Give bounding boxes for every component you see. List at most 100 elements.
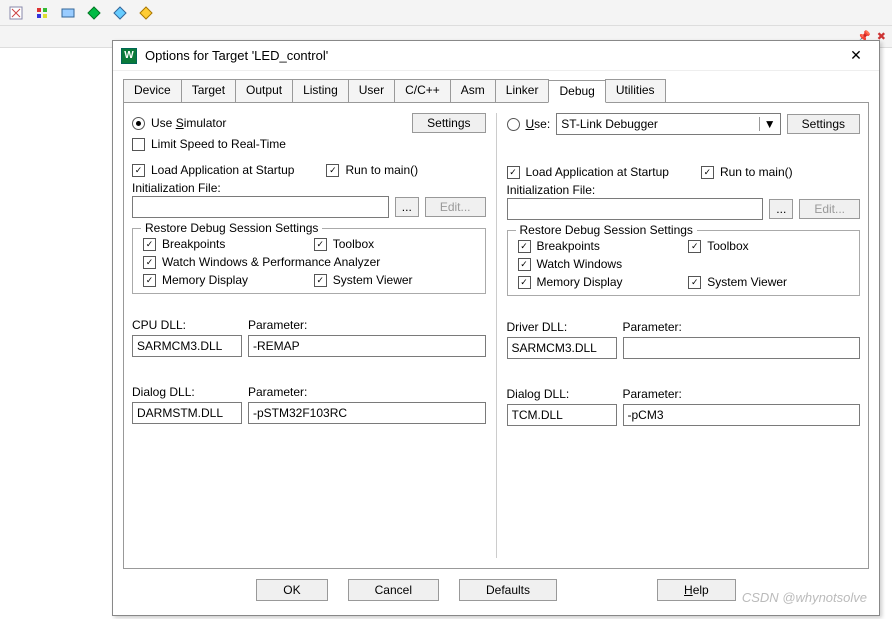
bp-right-label: Breakpoints [537, 239, 600, 253]
init-file-left-input[interactable] [132, 196, 389, 218]
restore-left-title: Restore Debug Session Settings [141, 221, 322, 235]
app-icon: W [121, 48, 137, 64]
load-app-left-label: Load Application at Startup [151, 163, 294, 177]
init-file-right-input[interactable] [507, 198, 764, 220]
cpu-param-input[interactable] [248, 335, 486, 357]
right-panel: Use: ST-Link Debugger ▼ Settings Load Ap… [507, 113, 861, 558]
watch-left-label: Watch Windows & Performance Analyzer [162, 255, 380, 269]
tool-icon-4[interactable] [86, 5, 102, 21]
tab-listing[interactable]: Listing [292, 79, 349, 102]
drv-param-label: Parameter: [623, 320, 861, 334]
ok-button[interactable]: OK [256, 579, 327, 601]
watch-right-label: Watch Windows [537, 257, 623, 271]
dbg-settings-button[interactable]: Settings [787, 114, 860, 134]
load-app-left-check[interactable] [132, 164, 145, 177]
restore-right-group: Restore Debug Session Settings Breakpoin… [507, 230, 861, 296]
run-main-left-check[interactable] [326, 164, 339, 177]
use-debugger-radio[interactable] [507, 118, 520, 131]
bp-left-check[interactable] [143, 238, 156, 251]
use-simulator-radio[interactable] [132, 117, 145, 130]
limit-speed-check[interactable] [132, 138, 145, 151]
cpu-dll-label: CPU DLL: [132, 318, 242, 332]
titlebar: W Options for Target 'LED_control' ✕ [113, 41, 879, 71]
sim-settings-button[interactable]: Settings [412, 113, 485, 133]
restore-left-group: Restore Debug Session Settings Breakpoin… [132, 228, 486, 294]
dlg-param-left-input[interactable] [248, 402, 486, 424]
sv-right-label: System Viewer [707, 275, 787, 289]
tab-strip: Device Target Output Listing User C/C++ … [113, 71, 879, 102]
tab-debug[interactable]: Debug [548, 80, 605, 103]
dlg-dll-right-input[interactable] [507, 404, 617, 426]
drv-param-input[interactable] [623, 337, 861, 359]
debugger-select[interactable]: ST-Link Debugger ▼ [556, 113, 780, 135]
bp-right-check[interactable] [518, 240, 531, 253]
window-title: Options for Target 'LED_control' [145, 48, 841, 63]
drv-dll-input[interactable] [507, 337, 617, 359]
run-main-right-check[interactable] [701, 166, 714, 179]
dlg-param-right-input[interactable] [623, 404, 861, 426]
mem-left-check[interactable] [143, 274, 156, 287]
tab-cpp[interactable]: C/C++ [394, 79, 451, 102]
toolbox-left-label: Toolbox [333, 237, 374, 251]
tool-icon-2[interactable] [34, 5, 50, 21]
run-main-left-label: Run to main() [345, 163, 418, 177]
tool-icon-3[interactable] [60, 5, 76, 21]
toolbox-left-check[interactable] [314, 238, 327, 251]
dlg-param-right-label: Parameter: [623, 387, 861, 401]
tool-icon-6[interactable] [138, 5, 154, 21]
defaults-button[interactable]: Defaults [459, 579, 557, 601]
sv-left-check[interactable] [314, 274, 327, 287]
tool-icon-5[interactable] [112, 5, 128, 21]
mem-left-label: Memory Display [162, 273, 248, 287]
run-main-right-label: Run to main() [720, 165, 793, 179]
load-app-right-label: Load Application at Startup [526, 165, 669, 179]
dlg-dll-left-label: Dialog DLL: [132, 385, 242, 399]
browse-left-button[interactable]: ... [395, 197, 419, 217]
tab-output[interactable]: Output [235, 79, 293, 102]
divider [496, 113, 497, 558]
chevron-down-icon: ▼ [759, 117, 776, 131]
edit-right-button[interactable]: Edit... [799, 199, 860, 219]
watch-right-check[interactable] [518, 258, 531, 271]
use-debugger-label: Use: [526, 117, 551, 131]
watch-left-check[interactable] [143, 256, 156, 269]
drv-dll-label: Driver DLL: [507, 320, 617, 334]
restore-right-title: Restore Debug Session Settings [516, 223, 697, 237]
limit-speed-label: Limit Speed to Real-Time [151, 137, 286, 151]
tab-target[interactable]: Target [181, 79, 236, 102]
tab-device[interactable]: Device [123, 79, 182, 102]
watermark: CSDN @whynotsolve [742, 590, 867, 605]
left-panel: Use Simulator Settings Limit Speed to Re… [132, 113, 486, 558]
main-toolbar [0, 0, 892, 26]
toolbox-right-check[interactable] [688, 240, 701, 253]
help-button[interactable]: Help [657, 579, 736, 601]
debugger-value: ST-Link Debugger [561, 117, 658, 131]
browse-right-button[interactable]: ... [769, 199, 793, 219]
dlg-dll-left-input[interactable] [132, 402, 242, 424]
tab-content: Use Simulator Settings Limit Speed to Re… [123, 102, 869, 569]
use-simulator-label: Use Simulator [151, 116, 226, 130]
tab-utilities[interactable]: Utilities [605, 79, 666, 102]
cpu-param-label: Parameter: [248, 318, 486, 332]
dialog-buttons: OK Cancel Defaults Help CSDN @whynotsolv… [113, 569, 879, 615]
toolbox-right-label: Toolbox [707, 239, 748, 253]
cancel-button[interactable]: Cancel [348, 579, 439, 601]
load-app-right-check[interactable] [507, 166, 520, 179]
mem-right-label: Memory Display [537, 275, 623, 289]
options-dialog: W Options for Target 'LED_control' ✕ Dev… [112, 40, 880, 616]
dlg-dll-right-label: Dialog DLL: [507, 387, 617, 401]
edit-left-button[interactable]: Edit... [425, 197, 486, 217]
tab-asm[interactable]: Asm [450, 79, 496, 102]
mem-right-check[interactable] [518, 276, 531, 289]
cpu-dll-input[interactable] [132, 335, 242, 357]
init-file-left-label: Initialization File: [132, 181, 486, 195]
tab-linker[interactable]: Linker [495, 79, 550, 102]
tool-icon-1[interactable] [8, 5, 24, 21]
init-file-right-label: Initialization File: [507, 183, 861, 197]
sv-left-label: System Viewer [333, 273, 413, 287]
dlg-param-left-label: Parameter: [248, 385, 486, 399]
close-icon[interactable]: ✕ [841, 47, 871, 64]
sv-right-check[interactable] [688, 276, 701, 289]
bp-left-label: Breakpoints [162, 237, 225, 251]
tab-user[interactable]: User [348, 79, 395, 102]
